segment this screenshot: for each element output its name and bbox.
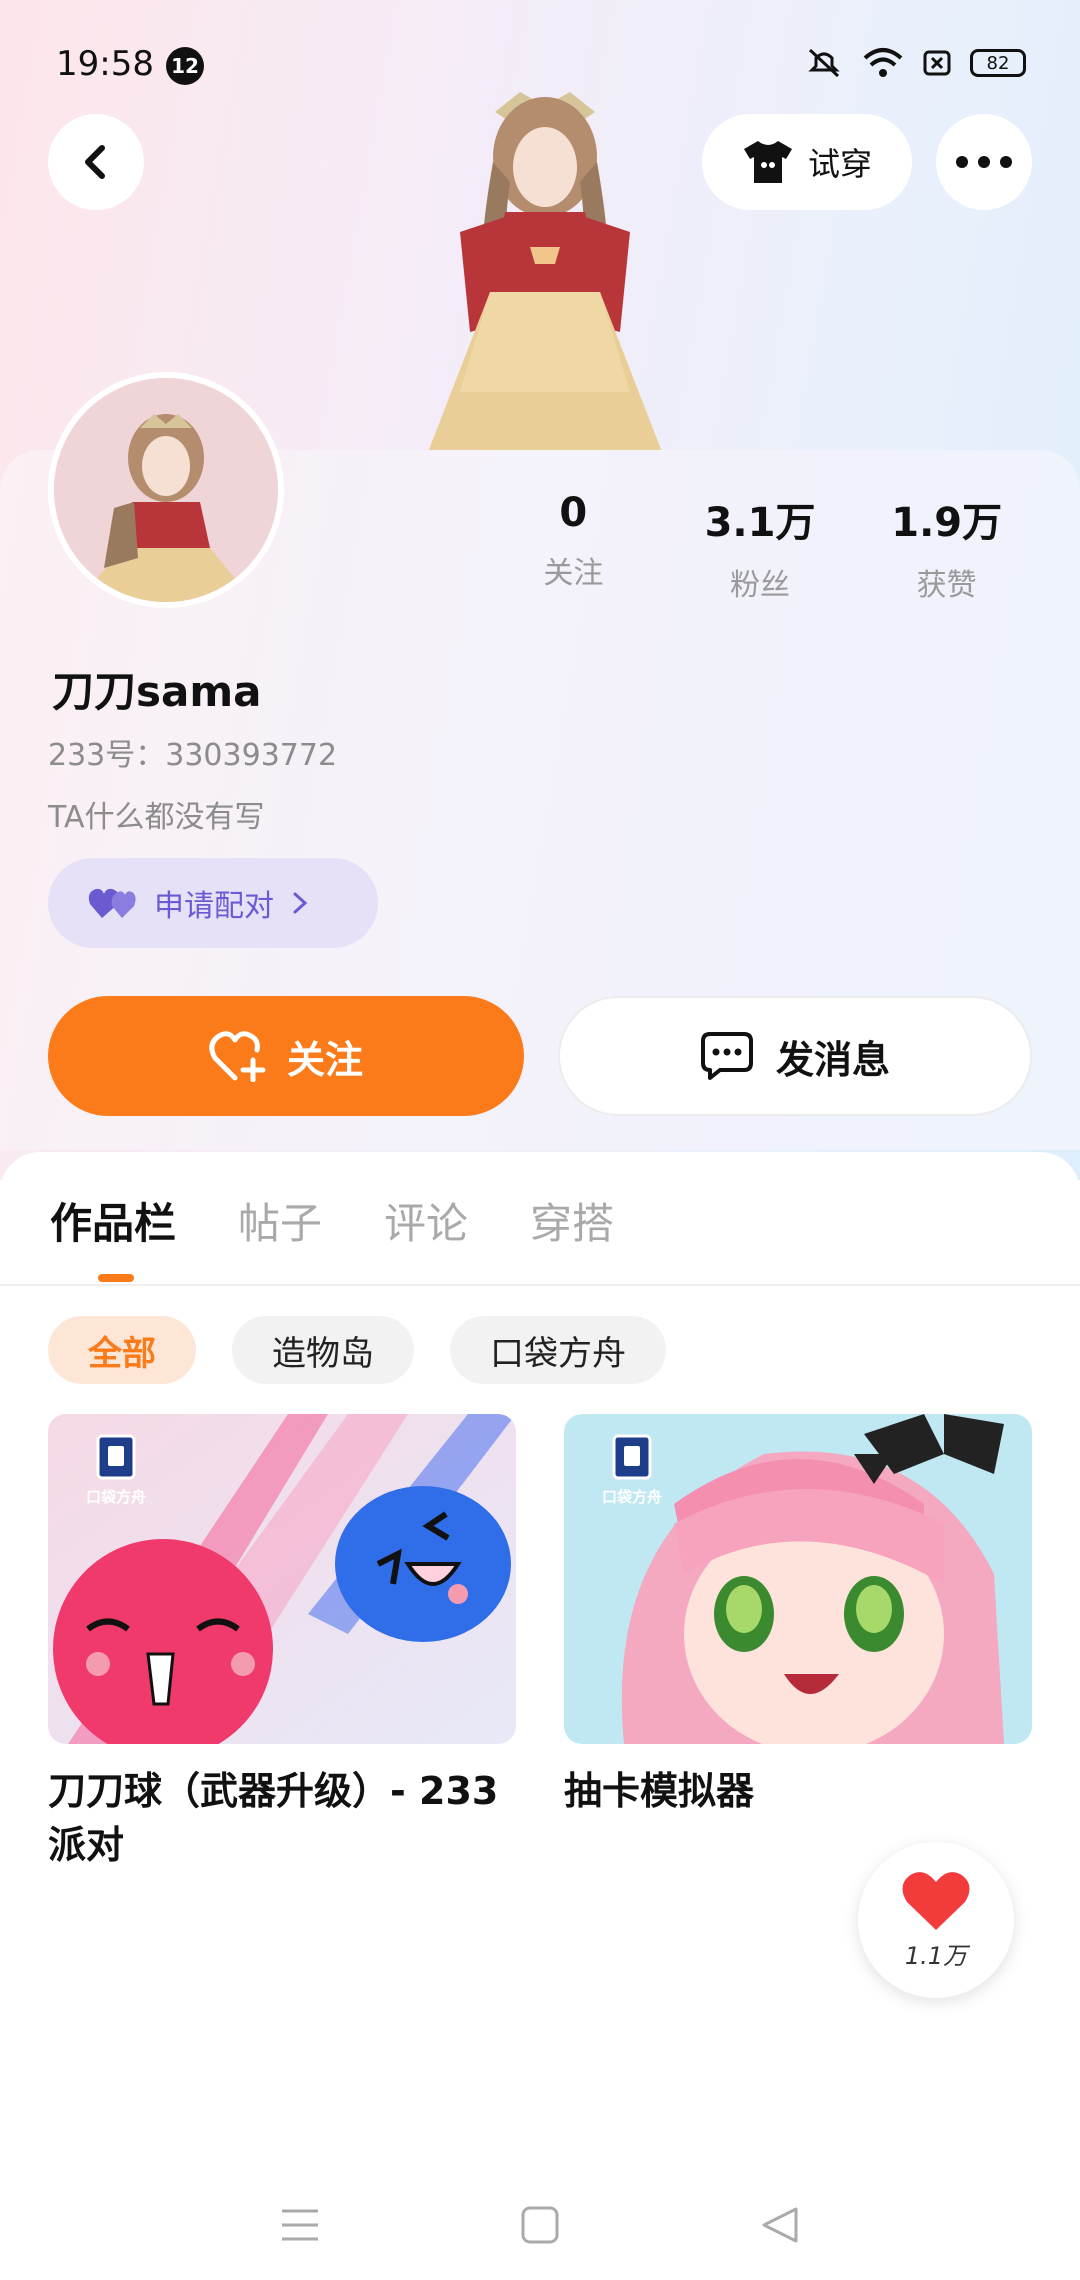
profile-name: 刀刀sama xyxy=(52,667,262,716)
stat-value: 0 xyxy=(559,490,588,536)
filter-creation-island[interactable]: 造物岛 xyxy=(232,1316,414,1384)
tab-works[interactable]: 作品栏 xyxy=(50,1190,176,1251)
tab-outfits[interactable]: 穿搭 xyxy=(530,1190,614,1251)
pocket-ark-logo-icon xyxy=(612,1434,652,1480)
system-nav-bar xyxy=(0,2170,1080,2280)
like-count: 1.1万 xyxy=(904,1941,968,1970)
request-pair-label: 申请配对 xyxy=(154,889,274,924)
profile-bio: TA什么都没有写 xyxy=(48,800,265,835)
more-button[interactable] xyxy=(936,114,1032,210)
back-icon xyxy=(85,145,105,179)
profile-tabs: 作品栏 帖子 评论 穿搭 xyxy=(50,1190,614,1251)
avatar-3d-figure xyxy=(400,92,690,452)
follow-button[interactable]: 关注 xyxy=(48,996,524,1116)
more-icon xyxy=(956,156,1012,168)
work-thumbnail[interactable]: 口袋方舟 xyxy=(48,1414,516,1744)
filter-pocket-ark[interactable]: 口袋方舟 xyxy=(450,1316,666,1384)
work-card[interactable]: 口袋方舟 刀刀球（武器升级）- 233派对 xyxy=(48,1414,516,1872)
battery-icon: 82 xyxy=(970,49,1026,77)
mute-icon xyxy=(808,48,840,78)
menu-icon[interactable] xyxy=(280,2207,320,2243)
active-tab-indicator xyxy=(98,1274,134,1282)
tab-posts[interactable]: 帖子 xyxy=(238,1190,322,1251)
profile-uid: 233号：330393772 xyxy=(48,738,338,773)
pocket-ark-badge: 口袋方舟 xyxy=(78,1432,154,1514)
notification-badge: 12 xyxy=(166,47,204,85)
chevron-right-icon xyxy=(293,892,308,914)
back-nav-icon[interactable] xyxy=(760,2205,800,2245)
message-label: 发消息 xyxy=(775,1037,890,1082)
avatar[interactable] xyxy=(48,372,284,608)
stat-following[interactable]: 0 关注 xyxy=(480,490,667,604)
stat-likes[interactable]: 1.9万 获赞 xyxy=(853,490,1040,604)
follow-label: 关注 xyxy=(286,1037,363,1082)
divider xyxy=(0,1284,1080,1286)
pocket-ark-badge: 口袋方舟 xyxy=(594,1432,670,1514)
back-button[interactable] xyxy=(48,114,144,210)
request-pair-button[interactable]: 申请配对 xyxy=(48,858,378,948)
floating-like-button[interactable]: 1.1万 xyxy=(858,1842,1014,1998)
tab-comments[interactable]: 评论 xyxy=(384,1190,468,1251)
home-icon[interactable] xyxy=(520,2205,560,2245)
stat-label: 粉丝 xyxy=(730,568,790,603)
pocket-ark-badge-label: 口袋方舟 xyxy=(85,1488,146,1506)
work-card[interactable]: 口袋方舟 抽卡模拟器 xyxy=(564,1414,1032,1818)
heart-icon xyxy=(902,1871,970,1930)
filter-all[interactable]: 全部 xyxy=(48,1316,196,1384)
stat-value: 3.1万 xyxy=(704,500,816,546)
profile-stats: 0 关注 3.1万 粉丝 1.9万 获赞 xyxy=(480,490,1040,604)
stat-label: 关注 xyxy=(543,556,604,591)
double-heart-icon xyxy=(88,888,136,918)
stat-value: 1.9万 xyxy=(891,500,1003,546)
sim-icon xyxy=(923,50,951,76)
work-thumbnail[interactable]: 口袋方舟 xyxy=(564,1414,1032,1744)
chat-bubble-icon xyxy=(700,1032,753,1080)
try-on-button[interactable]: 试穿 xyxy=(702,114,912,210)
work-title[interactable]: 抽卡模拟器 xyxy=(564,1764,1032,1818)
heart-plus-icon xyxy=(209,1031,266,1082)
wifi-icon xyxy=(863,48,903,77)
work-title[interactable]: 刀刀球（武器升级）- 233派对 xyxy=(48,1764,516,1872)
shirt-icon xyxy=(743,141,792,183)
pocket-ark-badge-label: 口袋方舟 xyxy=(601,1488,662,1506)
stat-label: 获赞 xyxy=(916,568,977,603)
clock: 19:58 xyxy=(56,44,154,84)
try-on-label: 试穿 xyxy=(807,145,872,183)
stat-followers[interactable]: 3.1万 粉丝 xyxy=(667,490,854,604)
message-button[interactable]: 发消息 xyxy=(558,996,1032,1116)
pocket-ark-logo-icon xyxy=(96,1434,136,1480)
filter-chips: 全部 造物岛 口袋方舟 xyxy=(48,1316,666,1384)
